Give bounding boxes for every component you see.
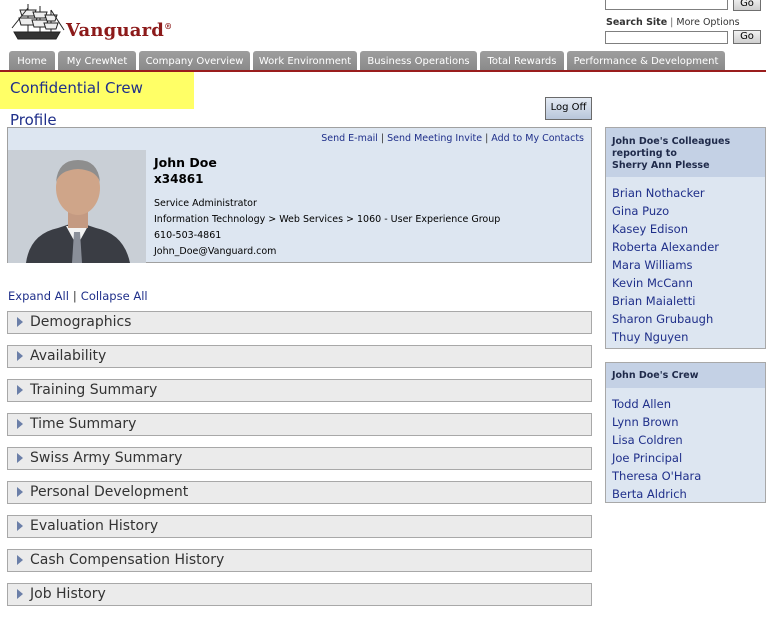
triangle-right-icon xyxy=(17,317,23,327)
triangle-right-icon xyxy=(17,487,23,497)
section-label: Personal Development xyxy=(30,484,189,500)
colleague-link[interactable]: Gina Puzo xyxy=(612,202,759,220)
logo-wordmark: Vanguard® xyxy=(66,20,173,41)
section-demographics[interactable]: Demographics xyxy=(7,311,592,334)
more-options-link[interactable]: More Options xyxy=(676,17,739,28)
profile-email[interactable]: John_Doe@Vanguard.com xyxy=(154,246,276,257)
search-links: Search Site | More Options xyxy=(606,17,740,28)
triangle-right-icon xyxy=(17,555,23,565)
tab-total-rewards[interactable]: Total Rewards xyxy=(480,51,564,70)
crew-member-link[interactable]: Lisa Coldren xyxy=(612,431,759,449)
tab-home[interactable]: Home xyxy=(9,51,55,70)
tab-business-operations[interactable]: Business Operations xyxy=(360,51,477,70)
colleague-link[interactable]: Kevin McCann xyxy=(612,274,759,292)
section-availability[interactable]: Availability xyxy=(7,345,592,368)
profile-phone: 610-503-4861 xyxy=(154,230,222,241)
tab-company-overview[interactable]: Company Overview xyxy=(139,51,250,70)
tab-my-crewnet[interactable]: My CrewNet xyxy=(58,51,136,70)
crew-panel: John Doe's Crew Todd Allen Lynn Brown Li… xyxy=(605,362,766,503)
profile-job-title: Service Administrator xyxy=(154,198,257,209)
colleague-link[interactable]: Brian Maialetti xyxy=(612,292,759,310)
profile-name: John Doe xyxy=(154,155,217,170)
expand-all-link[interactable]: Expand All xyxy=(8,289,69,303)
log-off-button[interactable]: Log Off xyxy=(545,97,592,120)
profile-actions: Send E-mail | Send Meeting Invite | Add to M… xyxy=(321,133,584,144)
crew-member-link[interactable]: Todd Allen xyxy=(612,395,759,413)
section-label: Time Summary xyxy=(30,416,137,432)
colleague-link[interactable]: Roberta Alexander xyxy=(612,238,759,256)
section-label: Evaluation History xyxy=(30,518,159,534)
colleagues-list: Brian Nothacker Gina Puzo Kasey Edison R… xyxy=(606,177,765,348)
vanguard-logo[interactable]: Vanguard® xyxy=(10,2,172,42)
profile-extension: x34861 xyxy=(154,172,204,186)
triangle-right-icon xyxy=(17,589,23,599)
add-to-contacts-link[interactable]: Add to My Contacts xyxy=(491,133,584,144)
triangle-right-icon xyxy=(17,453,23,463)
crew-member-link[interactable]: Berta Aldrich xyxy=(612,485,759,503)
section-evaluation-history[interactable]: Evaluation History xyxy=(7,515,592,538)
collapse-all-link[interactable]: Collapse All xyxy=(81,289,148,303)
section-label: Swiss Army Summary xyxy=(30,450,183,466)
section-label: Training Summary xyxy=(30,382,158,398)
top-search-input[interactable] xyxy=(605,0,728,10)
send-meeting-invite-link[interactable]: Send Meeting Invite xyxy=(387,133,482,144)
section-time-summary[interactable]: Time Summary xyxy=(7,413,592,436)
search-go-button[interactable]: Go xyxy=(733,30,761,44)
section-cash-compensation-history[interactable]: Cash Compensation History xyxy=(7,549,592,572)
section-label: Availability xyxy=(30,348,107,364)
search-site-input[interactable] xyxy=(605,31,728,44)
main-nav: Home My CrewNet Company Overview Work En… xyxy=(9,51,725,70)
section-job-history[interactable]: Job History xyxy=(7,583,592,606)
triangle-right-icon xyxy=(17,521,23,531)
profile-photo xyxy=(8,150,146,263)
triangle-right-icon xyxy=(17,385,23,395)
section-swiss-army-summary[interactable]: Swiss Army Summary xyxy=(7,447,592,470)
crew-heading: John Doe's Crew xyxy=(606,363,765,388)
triangle-right-icon xyxy=(17,351,23,361)
colleague-link[interactable]: Sharon Grubaugh xyxy=(612,310,759,328)
go-button-top[interactable]: Go xyxy=(733,0,761,11)
colleague-link[interactable]: Brian Nothacker xyxy=(612,184,759,202)
profile-card: Send E-mail | Send Meeting Invite | Add to M… xyxy=(7,127,592,263)
colleague-link[interactable]: Thuy Nguyen xyxy=(612,328,759,346)
expand-collapse-links: Expand All | Collapse All xyxy=(8,289,148,303)
page-title: Confidential Crew Profile xyxy=(0,72,194,129)
colleague-link[interactable]: Kasey Edison xyxy=(612,220,759,238)
ship-icon xyxy=(11,4,65,40)
profile-department: Information Technology > Web Services > … xyxy=(154,214,501,225)
section-label: Cash Compensation History xyxy=(30,552,225,568)
colleagues-heading: John Doe's Colleagues reporting to Sherr… xyxy=(606,128,765,177)
colleagues-panel: John Doe's Colleagues reporting to Sherr… xyxy=(605,127,766,349)
section-personal-development[interactable]: Personal Development xyxy=(7,481,592,504)
send-email-link[interactable]: Send E-mail xyxy=(321,133,378,144)
section-label: Job History xyxy=(30,586,106,602)
section-training-summary[interactable]: Training Summary xyxy=(7,379,592,402)
search-site-label: Search Site xyxy=(606,17,668,28)
section-label: Demographics xyxy=(30,314,132,330)
crew-member-link[interactable]: Lynn Brown xyxy=(612,413,759,431)
crew-list: Todd Allen Lynn Brown Lisa Coldren Joe P… xyxy=(606,388,765,505)
tab-work-environment[interactable]: Work Environment xyxy=(253,51,357,70)
crew-member-link[interactable]: Theresa O'Hara xyxy=(612,467,759,485)
colleague-link[interactable]: Mara Williams xyxy=(612,256,759,274)
tab-performance-development[interactable]: Performance & Development xyxy=(567,51,725,70)
crew-member-link[interactable]: Joe Principal xyxy=(612,449,759,467)
triangle-right-icon xyxy=(17,419,23,429)
